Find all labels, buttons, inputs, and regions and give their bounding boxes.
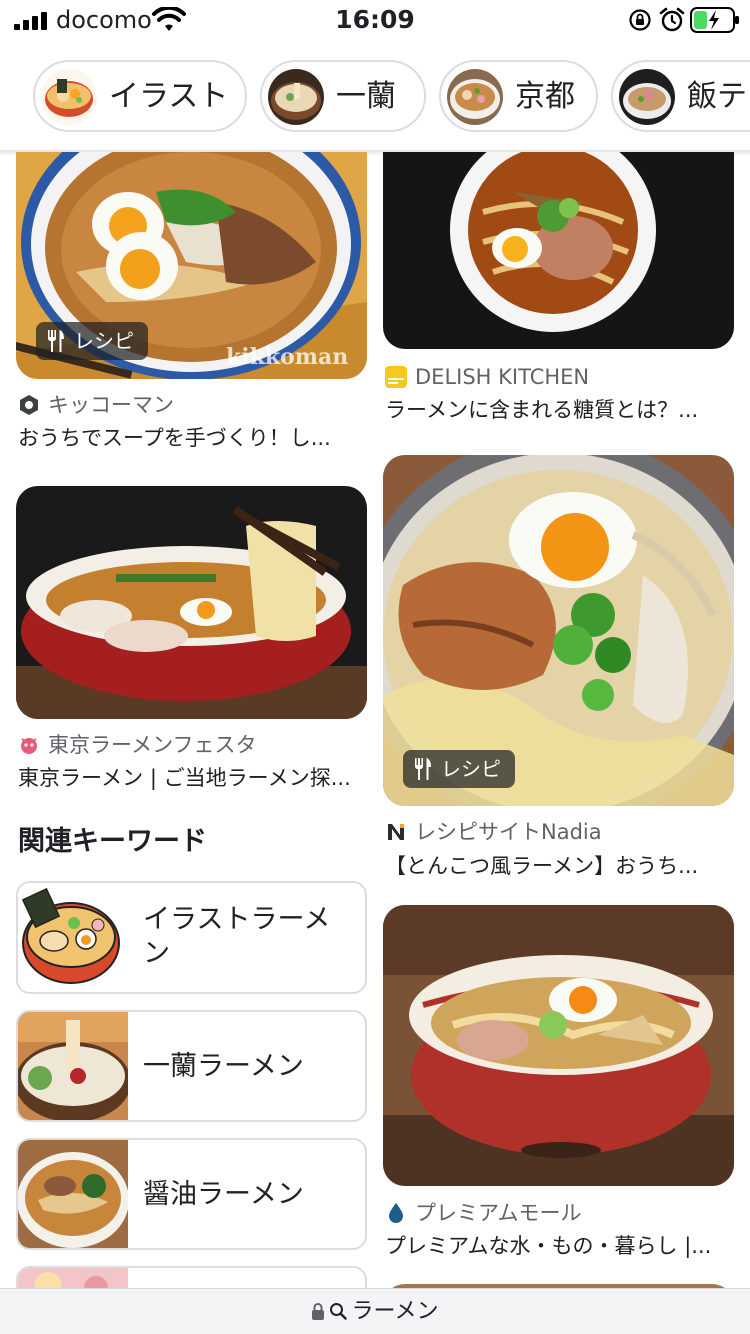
chip-label: 飯テ [687,79,747,114]
kikkoman-logo-icon [20,395,38,415]
chip-label: 京都 [515,79,575,114]
recipe-badge-label: レシピ [74,329,134,353]
keyword-thumbnail [18,883,120,992]
result-source[interactable]: DELISH KITCHEN [385,362,589,392]
related-keyword-shoyu-ramen[interactable]: 醤油ラーメン [16,1138,367,1250]
search-icon [330,1303,348,1320]
water-drop-icon [389,1203,403,1223]
keyword-label: 一蘭ラーメン [143,1051,304,1082]
fork-knife-icon [415,758,431,780]
result-title[interactable]: 東京ラーメン | ご当地ラーメン探... [18,762,367,794]
result-source[interactable]: 東京ラーメンフェスタ [18,730,257,760]
status-bar: docomo 16:09 [0,0,750,44]
address-bar-query: ラーメン [351,1299,439,1324]
chip-thumbnail [447,69,503,125]
result-title[interactable]: 【とんこつ風ラーメン】おうち... [385,850,734,882]
result-title[interactable]: ラーメンに含まれる糖質とは？... [385,394,734,426]
result-source-name: 東京ラーメンフェスタ [48,733,257,757]
recipe-badge: レシピ [36,322,148,360]
chip-label: イラスト [109,79,229,114]
result-title[interactable]: おうちでスープを手づくり！し... [18,422,367,454]
chip-meshi-tero[interactable]: 飯テ [611,60,750,132]
related-keywords-heading: 関連キーワード [18,826,207,857]
chip-thumbnail [619,69,675,125]
chip-kyoto[interactable]: 京都 [439,60,598,132]
result-source[interactable]: プレミアムモール [385,1198,582,1228]
result-image-tokyo-ramen[interactable] [16,486,367,719]
nadia-logo-icon [388,824,404,840]
chip-illust[interactable]: イラスト [33,60,247,132]
suggestion-chips: イラスト 一蘭 京都 飯テ [0,44,750,150]
result-source-name: レシピサイトNadia [415,820,602,844]
address-bar[interactable]: ラーメン [0,1288,750,1334]
delish-kitchen-logo-icon [385,366,407,388]
keyword-thumbnail [18,1012,128,1120]
chip-ichiran[interactable]: 一蘭 [260,60,426,132]
keyword-label: 醤油ラーメン [143,1179,304,1210]
alarm-icon [659,7,685,32]
related-keyword-illust-ramen[interactable]: イラストラーメ ン [16,881,367,994]
battery-icon [690,7,739,33]
result-source[interactable]: キッコーマン [18,390,174,420]
address-bar-content: ラーメン [0,1297,750,1327]
chip-label: 一蘭 [336,79,396,114]
result-image-delish[interactable] [383,152,734,349]
fork-knife-icon [48,330,64,352]
result-source-name: プレミアムモール [415,1201,582,1225]
rotation-lock-icon [629,9,651,31]
recipe-badge-label: レシピ [441,757,501,781]
result-source-name: キッコーマン [48,393,174,417]
result-title[interactable]: プレミアムな水・もの・暮らし |... [385,1230,734,1262]
keyword-thumbnail [18,1140,128,1248]
lock-icon [312,1303,325,1320]
result-image-premium-mall[interactable] [383,905,734,1186]
chip-thumbnail [268,69,324,125]
keyword-label: イラストラーメ ン [143,903,330,971]
recipe-badge: レシピ [403,750,515,788]
result-source-name: DELISH KITCHEN [415,365,590,389]
result-source[interactable]: レシピサイトNadia [385,817,602,847]
related-keyword-ichiran-ramen[interactable]: 一蘭ラーメン [16,1010,367,1122]
tokyo-ramen-festa-logo-icon [21,738,37,754]
keyword-label-line-2: ン [143,938,170,969]
chip-thumbnail [41,69,97,125]
image-watermark: kikkoman [226,344,349,370]
keyword-label-line-1: イラストラーメ [143,904,331,935]
